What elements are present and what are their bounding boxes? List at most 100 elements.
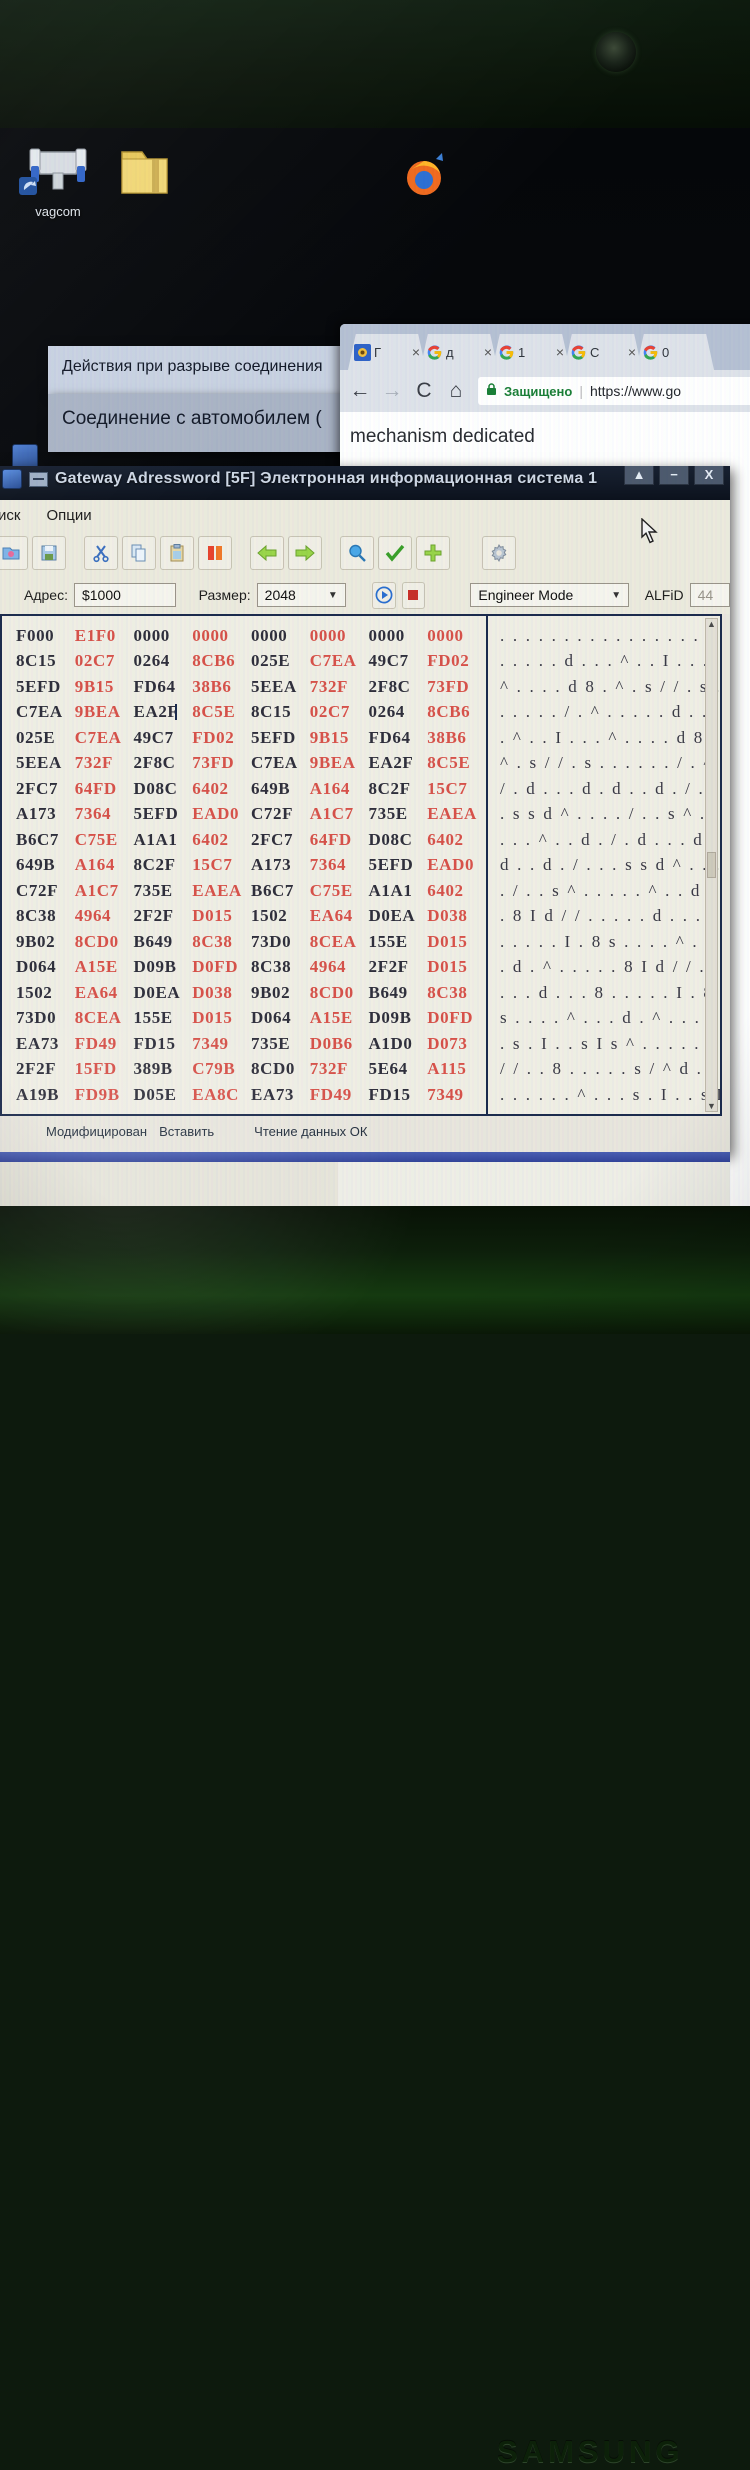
hex-cell[interactable]: D064 xyxy=(251,1008,310,1028)
hex-cell[interactable]: C7EA xyxy=(310,651,369,671)
hex-cell[interactable]: 49C7 xyxy=(134,728,193,748)
ascii-row[interactable]: / . d . . . d . d . . d . / . . xyxy=(500,776,720,802)
hex-cell[interactable]: 0264 xyxy=(134,651,193,671)
hex-cell[interactable]: D015 xyxy=(192,906,251,926)
home-icon[interactable]: ⌂ xyxy=(442,379,470,403)
hex-cell[interactable]: 2F2F xyxy=(134,906,193,926)
hex-row[interactable]: 5EFD 9B15 FD64 38B6 5EEA 732F 2F8C 73FD xyxy=(16,674,486,700)
hex-cell[interactable]: FD49 xyxy=(310,1085,369,1105)
ascii-row[interactable]: . 8 I d / / . . . . . d . . . 8 xyxy=(500,904,720,930)
disconnect-actions-dialog[interactable]: Действия при разрыве соединения xyxy=(48,346,348,394)
forward-icon[interactable]: → xyxy=(378,379,406,403)
hex-cell[interactable]: 7349 xyxy=(192,1034,251,1054)
copy-button[interactable] xyxy=(122,536,156,570)
address-input[interactable]: $1000 xyxy=(73,583,177,607)
ascii-row[interactable]: ^ . s / / . s . . . . . . / . ^ xyxy=(500,751,720,777)
hex-row[interactable]: 649B A164 8C2F 15C7 A173 7364 5EFD EAD0 xyxy=(16,853,486,879)
hex-cell[interactable]: D0B6 xyxy=(310,1034,369,1054)
address-bar[interactable]: Защищено | https://www.go xyxy=(478,377,750,405)
menu-search[interactable]: иск xyxy=(0,507,20,524)
ascii-row[interactable]: / / . . 8 . . . . . s / ^ d . . xyxy=(500,1057,720,1083)
hex-cell[interactable]: D0EA xyxy=(369,906,428,926)
hex-cell[interactable]: 4964 xyxy=(75,906,134,926)
hex-cell[interactable]: B6C7 xyxy=(251,881,310,901)
hex-cell[interactable]: 02C7 xyxy=(75,651,134,671)
hex-cell[interactable]: EA8C xyxy=(192,1085,251,1105)
hex-row[interactable]: A19B FD9B D05E EA8C EA73 FD49 FD15 7349 xyxy=(16,1082,486,1108)
hex-cell[interactable]: 7364 xyxy=(75,804,134,824)
hex-cell[interactable]: EAD0 xyxy=(427,855,486,875)
hex-cell[interactable]: 73D0 xyxy=(251,932,310,952)
hex-cell[interactable]: 389B xyxy=(369,1110,428,1114)
hex-row[interactable]: C7EA 9BEA EA2F 8C5E 8C15 02C7 0264 8CB6 xyxy=(16,700,486,726)
hex-cell[interactable]: D0B6 xyxy=(75,1110,134,1114)
hex-row[interactable]: 2FC7 64FD D08C 6402 649B A164 8C2F 15C7 xyxy=(16,776,486,802)
hex-cell[interactable]: 9B02 xyxy=(16,932,75,952)
hex-cell[interactable]: 155E xyxy=(369,932,428,952)
ascii-row[interactable]: . . . ^ . . d . / . d . . . d . xyxy=(500,827,720,853)
hex-cell[interactable]: 0000 xyxy=(310,626,369,646)
open-button[interactable] xyxy=(0,536,28,570)
hex-cell[interactable]: 0000 xyxy=(192,626,251,646)
hex-cell[interactable]: 15FD xyxy=(75,1059,134,1079)
hex-cell[interactable]: 732F xyxy=(310,677,369,697)
forward-button[interactable] xyxy=(288,536,322,570)
hex-cell[interactable]: 5EFD xyxy=(251,728,310,748)
hex-cell[interactable]: 2F2F xyxy=(369,957,428,977)
hex-cell[interactable]: 64FD xyxy=(75,779,134,799)
hex-cell[interactable]: 0000 xyxy=(134,626,193,646)
desktop-icon-firefox[interactable] xyxy=(378,142,470,206)
hex-cell[interactable]: 732F xyxy=(75,753,134,773)
hex-cell[interactable]: C79B xyxy=(192,1059,251,1079)
hex-cell[interactable]: 8C2F xyxy=(134,855,193,875)
ascii-scrollbar[interactable]: ▲ ▼ xyxy=(705,618,718,1112)
hex-row[interactable]: B6C7 C75E A1A1 6402 2FC7 64FD D08C 6402 xyxy=(16,827,486,853)
close-icon[interactable]: × xyxy=(556,344,564,360)
hex-cell[interactable]: 2F8C xyxy=(369,677,428,697)
hex-cell[interactable]: 735E xyxy=(369,804,428,824)
hex-columns[interactable]: F000 E1F0 0000 0000 0000 0000 0000 0000 8C15 02C7… xyxy=(2,616,488,1114)
hex-cell[interactable]: 1502 xyxy=(251,906,310,926)
hex-window-titlebar[interactable]: Gateway Adressword [5F] Электронная инфо… xyxy=(0,466,730,500)
hex-row[interactable]: 73D0 8CEA 155E D015 D064 A15E D09B D0FD xyxy=(16,1006,486,1032)
apply-button[interactable] xyxy=(378,536,412,570)
hex-cell[interactable]: 15C7 xyxy=(427,779,486,799)
reload-icon[interactable]: C xyxy=(410,379,438,403)
hex-cell[interactable]: 2FC7 xyxy=(251,830,310,850)
hex-cell[interactable]: EA73 xyxy=(16,1034,75,1054)
hex-cell[interactable]: 8CD0 xyxy=(75,932,134,952)
hex-cell[interactable]: 8CD0 xyxy=(310,983,369,1003)
hex-cell[interactable]: E1F0 xyxy=(75,626,134,646)
hex-cell[interactable]: 5EFD xyxy=(16,677,75,697)
ascii-row[interactable]: . d . ^ . . . . . 8 I d / / . . xyxy=(500,955,720,981)
hex-row[interactable]: 735ED0B6A1D0D0732F2F15FD389BC79B xyxy=(16,1108,486,1114)
hex-cell[interactable]: EAEA xyxy=(192,881,251,901)
close-button[interactable]: X xyxy=(694,466,724,485)
size-select[interactable]: 2048 ▼ xyxy=(256,583,346,607)
scrollbar-thumb[interactable] xyxy=(707,852,716,878)
hex-cell[interactable]: FD9B xyxy=(75,1085,134,1105)
hex-cell[interactable]: A1A1 xyxy=(369,881,428,901)
scroll-up-icon[interactable]: ▲ xyxy=(707,619,716,629)
hex-cell[interactable]: 8C38 xyxy=(16,906,75,926)
hex-cell[interactable]: D015 xyxy=(192,1008,251,1028)
hex-cell[interactable]: 8CB6 xyxy=(427,702,486,722)
stop-button[interactable] xyxy=(401,581,426,609)
hex-cell[interactable]: 8C5E xyxy=(192,702,251,722)
hex-cell[interactable]: C7EA xyxy=(75,728,134,748)
hex-cell[interactable]: D0EA xyxy=(134,983,193,1003)
hex-cell[interactable]: 8CB6 xyxy=(192,651,251,671)
desktop-icon-folder[interactable] xyxy=(96,140,188,204)
hex-cell[interactable]: C7EA xyxy=(16,702,75,722)
hex-cell[interactable]: A164 xyxy=(75,855,134,875)
hex-row[interactable]: EA73 FD49 FD15 7349 735E D0B6 A1D0 D073 xyxy=(16,1031,486,1057)
find-button[interactable] xyxy=(340,536,374,570)
close-icon[interactable]: × xyxy=(484,344,492,360)
hex-row[interactable]: A173 7364 5EFD EAD0 C72F A1C7 735E EAEA xyxy=(16,802,486,828)
hex-cell[interactable]: A1A1 xyxy=(134,830,193,850)
hex-cell[interactable]: 2F2F xyxy=(16,1059,75,1079)
hex-row[interactable]: 2F2F 15FD 389B C79B 8CD0 732F 5E64 A115 xyxy=(16,1057,486,1083)
back-icon[interactable]: ← xyxy=(346,379,374,403)
hex-cell[interactable]: D038 xyxy=(427,906,486,926)
hex-cell[interactable]: C7EA xyxy=(251,753,310,773)
